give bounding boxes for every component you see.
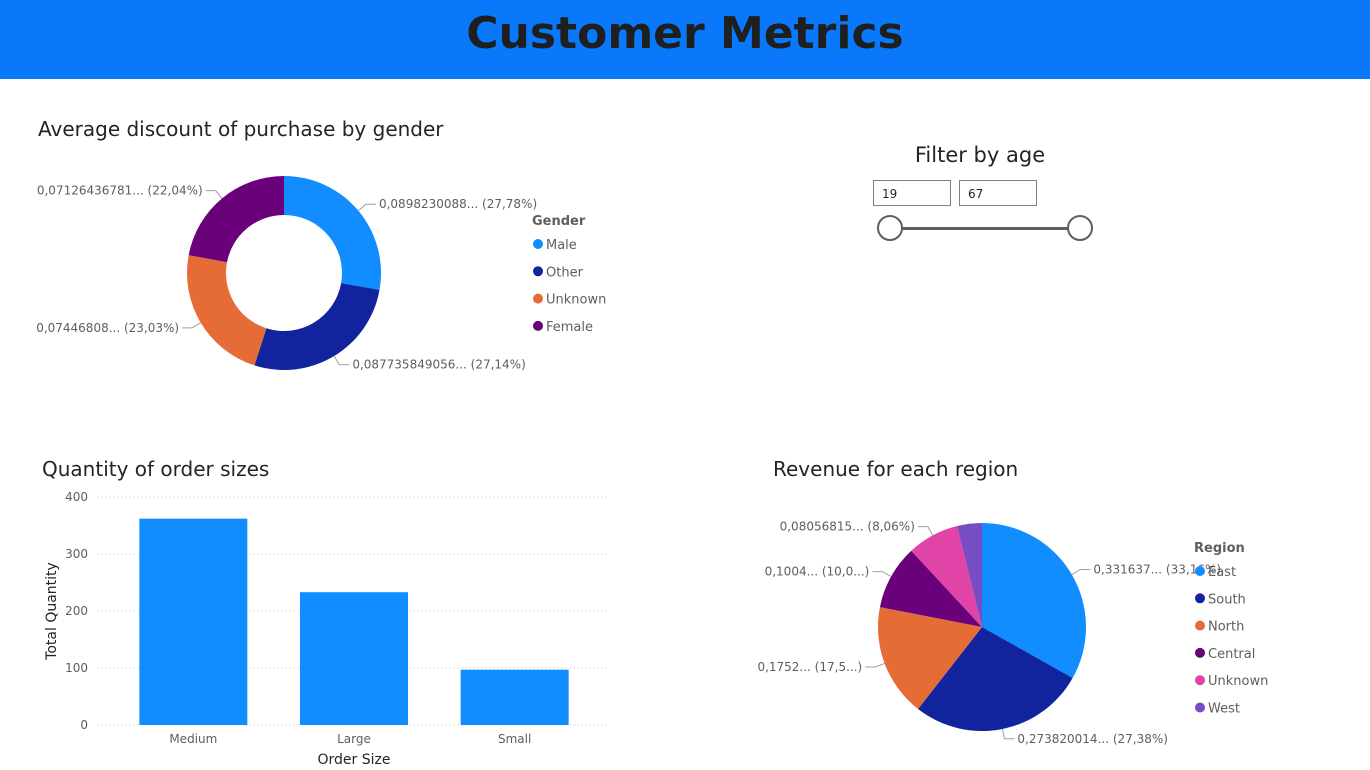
bar-x-tick-label: Small: [498, 732, 531, 746]
gender-leader-female: [205, 190, 223, 199]
gender-legend-item-female[interactable]: Female: [546, 320, 593, 335]
gender-legend-item-unknown[interactable]: Unknown: [546, 293, 606, 308]
gender-donut-chart[interactable]: 0,0898230088... (27,78%) 0,087735849056..…: [0, 150, 640, 410]
gender-data-label-male: 0,0898230088... (27,78%): [379, 197, 537, 211]
region-legend-item-north[interactable]: North: [1208, 620, 1244, 635]
age-slider-max-handle[interactable]: [1067, 215, 1093, 241]
bar-y-tick-label: 400: [65, 490, 88, 504]
gender-legend-marker-female[interactable]: [533, 320, 543, 331]
gender-legend-marker-male[interactable]: [533, 239, 543, 249]
region-pie-chart[interactable]: 0,331637... (33,16%)0,273820014... (27,3…: [700, 490, 1340, 770]
region-legend-marker-unknown[interactable]: [1195, 675, 1205, 686]
gender-slice-male[interactable]: [284, 176, 381, 290]
region-legend-marker-south[interactable]: [1195, 593, 1205, 604]
region-chart-title: Revenue for each region: [773, 457, 1019, 481]
age-min-input[interactable]: 19: [873, 180, 951, 206]
bar-x-tick-label: Large: [337, 732, 371, 746]
region-leader-south: [1001, 728, 1015, 740]
gender-legend-marker-other[interactable]: [533, 266, 543, 277]
region-data-label-south: 0,273820014... (27,38%): [1017, 732, 1168, 746]
gender-legend-item-other[interactable]: Other: [546, 265, 584, 280]
bar-small[interactable]: [460, 669, 569, 725]
age-slider-track[interactable]: [890, 227, 1080, 230]
gender-chart-title: Average discount of purchase by gender: [38, 117, 444, 141]
bar-y-tick-label: 200: [65, 604, 88, 618]
order-sizes-chart-title: Quantity of order sizes: [42, 457, 270, 481]
age-max-input[interactable]: 67: [959, 180, 1037, 206]
region-legend-title: Region: [1194, 541, 1245, 556]
region-data-label-unknown: 0,08056815... (8,06%): [780, 520, 915, 534]
region-legend-item-unknown[interactable]: Unknown: [1208, 674, 1268, 689]
bar-y-tick-label: 300: [65, 547, 88, 561]
gender-legend-title: Gender: [532, 214, 586, 229]
region-leader-central: [872, 571, 892, 577]
bar-y-tick-label: 100: [65, 661, 88, 675]
region-leader-east: [1071, 568, 1091, 575]
region-legend-item-east[interactable]: East: [1208, 565, 1236, 580]
bar-x-axis-title: Order Size: [318, 752, 391, 768]
order-sizes-bar-chart[interactable]: 0 100 200 300 400 Medium Large Small Order Size T…: [0, 480, 640, 770]
gender-data-label-other: 0,087735849056... (27,14%): [352, 358, 525, 372]
bar-medium[interactable]: [139, 518, 248, 725]
gender-leader-unknown: [182, 322, 201, 329]
dashboard-title: Customer Metrics: [466, 8, 904, 59]
gender-legend-marker-unknown[interactable]: [533, 293, 543, 304]
gender-data-label-female: 0,07126436781... (22,04%): [37, 184, 203, 198]
region-legend-marker-north[interactable]: [1195, 620, 1205, 631]
gender-slice-unknown[interactable]: [186, 255, 267, 366]
region-legend-item-central[interactable]: Central: [1208, 647, 1255, 662]
gender-data-label-unknown: 0,07446808... (23,03%): [36, 321, 179, 335]
gender-leader-male: [357, 203, 376, 212]
dashboard-header: Customer Metrics: [0, 0, 1370, 79]
region-legend-item-west[interactable]: West: [1208, 702, 1240, 717]
age-filter-title: Filter by age: [914, 143, 1046, 167]
region-data-label-north: 0,1752... (17,5...): [757, 660, 862, 674]
bar-y-tick-label: 0: [80, 718, 88, 732]
gender-slice-female[interactable]: [188, 176, 284, 263]
region-leader-unknown: [917, 526, 934, 536]
bar-large[interactable]: [300, 592, 408, 725]
age-slider-min-handle[interactable]: [877, 215, 903, 241]
bar-x-tick-label: Medium: [169, 732, 217, 746]
region-legend-marker-central[interactable]: [1195, 647, 1205, 658]
region-leader-north: [865, 662, 885, 668]
region-legend-marker-east[interactable]: [1195, 566, 1205, 576]
gender-leader-other: [333, 355, 350, 366]
region-legend-item-south[interactable]: South: [1208, 592, 1246, 607]
region-data-label-central: 0,1004... (10,0...): [765, 565, 870, 579]
bar-y-axis-title: Total Quantity: [44, 562, 60, 661]
region-legend-marker-west[interactable]: [1195, 702, 1205, 713]
gender-legend-item-male[interactable]: Male: [546, 238, 577, 253]
